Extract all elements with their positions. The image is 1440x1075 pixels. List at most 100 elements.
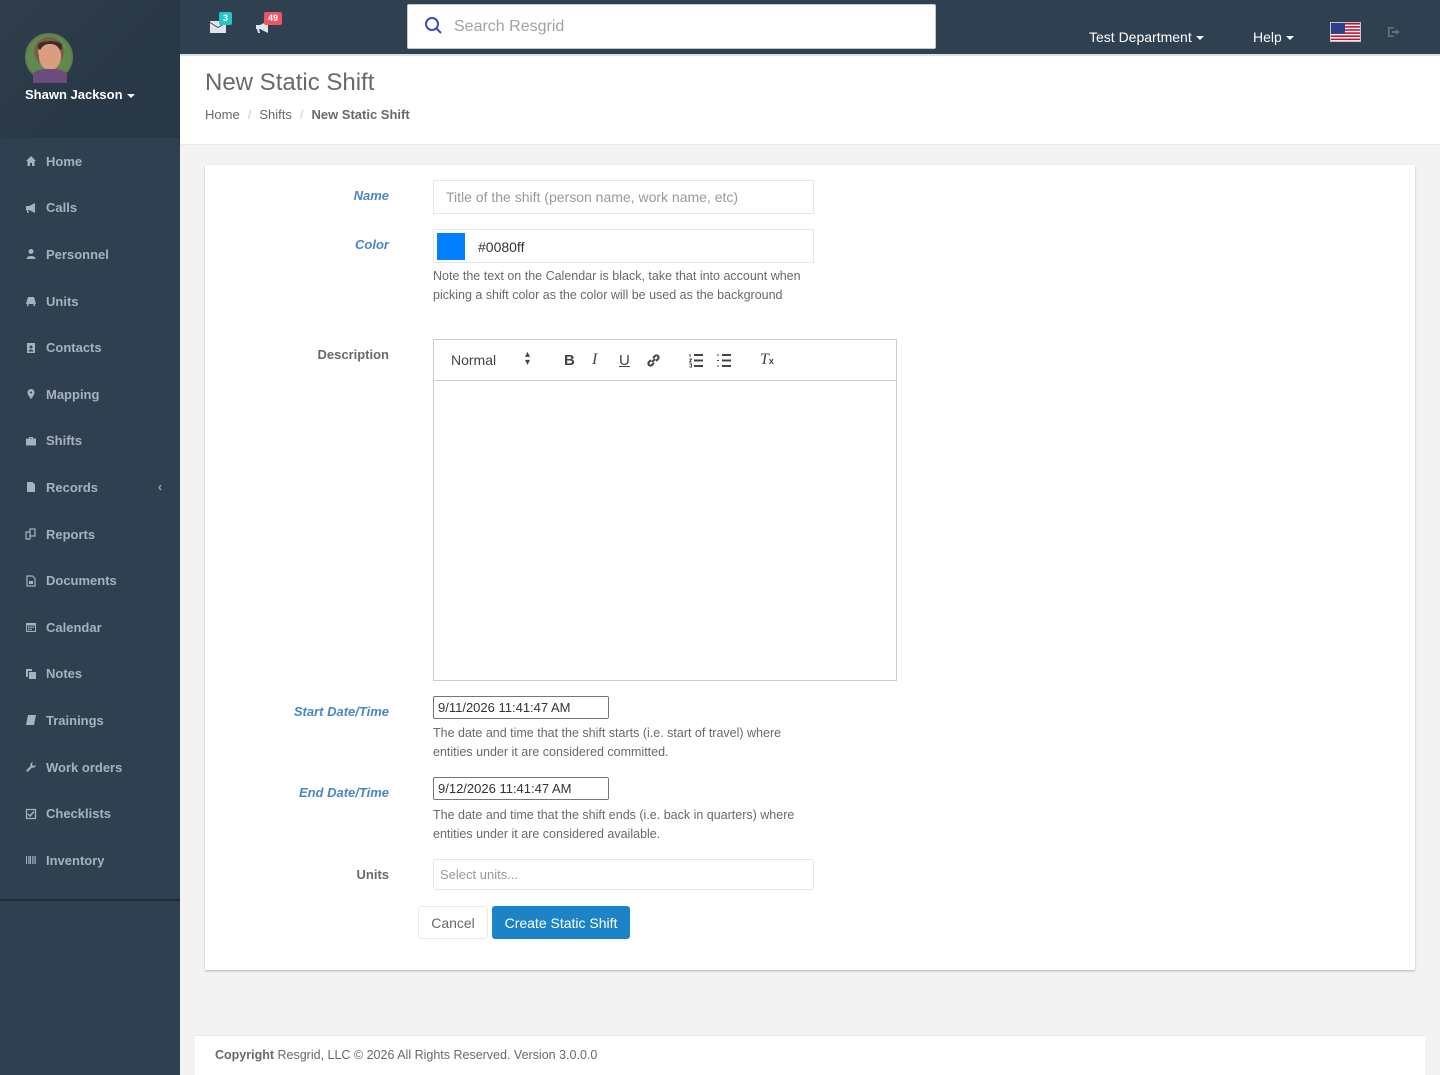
barcode-icon xyxy=(25,854,37,866)
sidebar-item-inventory[interactable]: Inventory xyxy=(0,837,180,884)
sidebar-item-personnel[interactable]: Personnel xyxy=(0,231,180,278)
bold-button[interactable]: B xyxy=(564,352,575,369)
name-input[interactable] xyxy=(434,181,813,213)
sidebar-item-mapping[interactable]: Mapping xyxy=(0,371,180,418)
sidebar: Shawn Jackson Home Calls Personnel Units… xyxy=(0,0,180,1075)
color-swatch[interactable] xyxy=(437,233,465,260)
name-field xyxy=(433,180,814,214)
briefcase-icon xyxy=(25,435,37,447)
bullet-list-button[interactable] xyxy=(717,353,732,372)
sidebar-item-records[interactable]: Records ‹ xyxy=(0,464,180,511)
bullhorn-icon xyxy=(25,202,37,214)
cancel-button[interactable]: Cancel xyxy=(418,906,488,939)
search-input[interactable] xyxy=(454,16,914,38)
sidebar-item-units[interactable]: Units xyxy=(0,278,180,325)
sign-out-icon xyxy=(1388,27,1400,37)
breadcrumb-home[interactable]: Home xyxy=(205,107,240,122)
units-select[interactable] xyxy=(433,859,814,890)
top-navbar: 3 49 Test Department Help xyxy=(180,0,1440,56)
caret-down-icon xyxy=(126,93,135,98)
check-square-icon xyxy=(25,808,37,820)
profile-menu[interactable]: Shawn Jackson xyxy=(25,87,135,102)
calls-badge: 49 xyxy=(264,12,283,25)
us-flag-icon[interactable] xyxy=(1330,22,1361,42)
breadcrumb: Home / Shifts / New Static Shift xyxy=(205,107,410,122)
sidebar-item-calls[interactable]: Calls xyxy=(0,185,180,232)
calls-button[interactable]: 49 xyxy=(255,12,283,34)
sidebar-item-trainings[interactable]: Trainings xyxy=(0,697,180,744)
shift-form-card: Name Color #0080ff Note the text on the … xyxy=(205,165,1415,970)
search-icon xyxy=(425,17,442,34)
create-static-shift-button[interactable]: Create Static Shift xyxy=(492,906,630,939)
color-label: Color xyxy=(355,237,389,252)
map-marker-icon xyxy=(25,388,37,400)
bullet-list-icon xyxy=(717,354,731,367)
start-datetime-input[interactable]: 9/11/2026 11:41:47 AM xyxy=(433,696,609,719)
sidebar-item-documents[interactable]: Documents xyxy=(0,557,180,604)
color-field[interactable]: #0080ff xyxy=(433,229,814,263)
sidebar-item-work-orders[interactable]: Work orders xyxy=(0,744,180,791)
ordered-list-button[interactable] xyxy=(688,353,704,372)
clear-format-button[interactable]: Tx xyxy=(760,351,774,369)
ordered-list-icon xyxy=(688,354,703,368)
search-box xyxy=(407,4,936,49)
sidebar-item-notes[interactable]: Notes xyxy=(0,651,180,698)
messages-button[interactable]: 3 xyxy=(210,12,233,34)
link-icon xyxy=(647,354,660,367)
sidebar-item-reports[interactable]: Reports xyxy=(0,511,180,558)
home-icon xyxy=(25,155,37,167)
sidebar-nav: Home Calls Personnel Units Contacts Mapp… xyxy=(0,138,180,884)
link-button[interactable] xyxy=(646,353,661,372)
contact-book-icon xyxy=(25,342,37,354)
file-icon xyxy=(25,481,37,493)
select-arrows-icon: ▴ ▾ xyxy=(525,349,531,368)
breadcrumb-current: New Static Shift xyxy=(311,107,410,122)
logout-button[interactable] xyxy=(1388,26,1402,38)
description-editor: Normal ▴ ▾ B I U Tx xyxy=(433,339,897,681)
start-help-text: The date and time that the shift starts … xyxy=(433,726,782,759)
footer: Copyright Resgrid, LLC © 2026 All Rights… xyxy=(195,1035,1425,1075)
sidebar-item-checklists[interactable]: Checklists xyxy=(0,790,180,837)
department-dropdown[interactable]: Test Department xyxy=(1089,29,1204,45)
document-icon xyxy=(25,575,37,587)
end-datetime-label: End Date/Time xyxy=(298,785,389,800)
description-label: Description xyxy=(317,347,389,362)
book-icon xyxy=(25,714,37,726)
name-label: Name xyxy=(353,188,389,203)
format-select[interactable]: Normal xyxy=(451,352,496,368)
page-title: New Static Shift xyxy=(205,69,375,96)
reports-icon xyxy=(25,528,37,540)
profile-name: Shawn Jackson xyxy=(25,87,123,102)
help-dropdown[interactable]: Help xyxy=(1253,29,1294,45)
caret-down-icon xyxy=(1285,36,1294,41)
page-heading: New Static Shift Home / Shifts / New Sta… xyxy=(180,56,1440,145)
sidebar-item-shifts[interactable]: Shifts xyxy=(0,418,180,465)
profile-panel: Shawn Jackson xyxy=(0,0,180,138)
units-label: Units xyxy=(356,867,390,882)
underline-button[interactable]: U xyxy=(619,352,630,369)
avatar[interactable] xyxy=(25,33,73,83)
wrench-icon xyxy=(25,761,37,773)
chevron-left-icon: ‹ xyxy=(158,480,162,495)
end-datetime-input[interactable]: 9/12/2026 11:41:47 AM xyxy=(433,777,609,800)
end-help-text: The date and time that the shift ends (i… xyxy=(433,808,795,841)
sidebar-item-calendar[interactable]: Calendar xyxy=(0,604,180,651)
caret-down-icon xyxy=(1195,36,1204,41)
calendar-icon xyxy=(25,621,37,633)
version-text: Version 3.0.0.0 xyxy=(513,1048,598,1062)
units-input[interactable] xyxy=(434,860,813,889)
messages-badge: 3 xyxy=(219,12,233,25)
sidebar-item-home[interactable]: Home xyxy=(0,138,180,185)
color-help-text: Note the text on the Calendar is black, … xyxy=(433,269,801,302)
italic-button[interactable]: I xyxy=(592,351,597,369)
sidebar-item-contacts[interactable]: Contacts xyxy=(0,324,180,371)
user-icon xyxy=(25,248,37,260)
description-text-area[interactable] xyxy=(434,381,896,680)
truck-icon xyxy=(25,295,37,307)
footer-text: Copyright Resgrid, LLC © 2026 All Rights… xyxy=(215,1048,598,1062)
color-value: #0080ff xyxy=(478,239,525,255)
breadcrumb-shifts[interactable]: Shifts xyxy=(259,107,292,122)
notes-icon xyxy=(25,668,37,680)
sidebar-divider xyxy=(0,899,180,901)
editor-toolbar: Normal ▴ ▾ B I U Tx xyxy=(434,340,896,381)
